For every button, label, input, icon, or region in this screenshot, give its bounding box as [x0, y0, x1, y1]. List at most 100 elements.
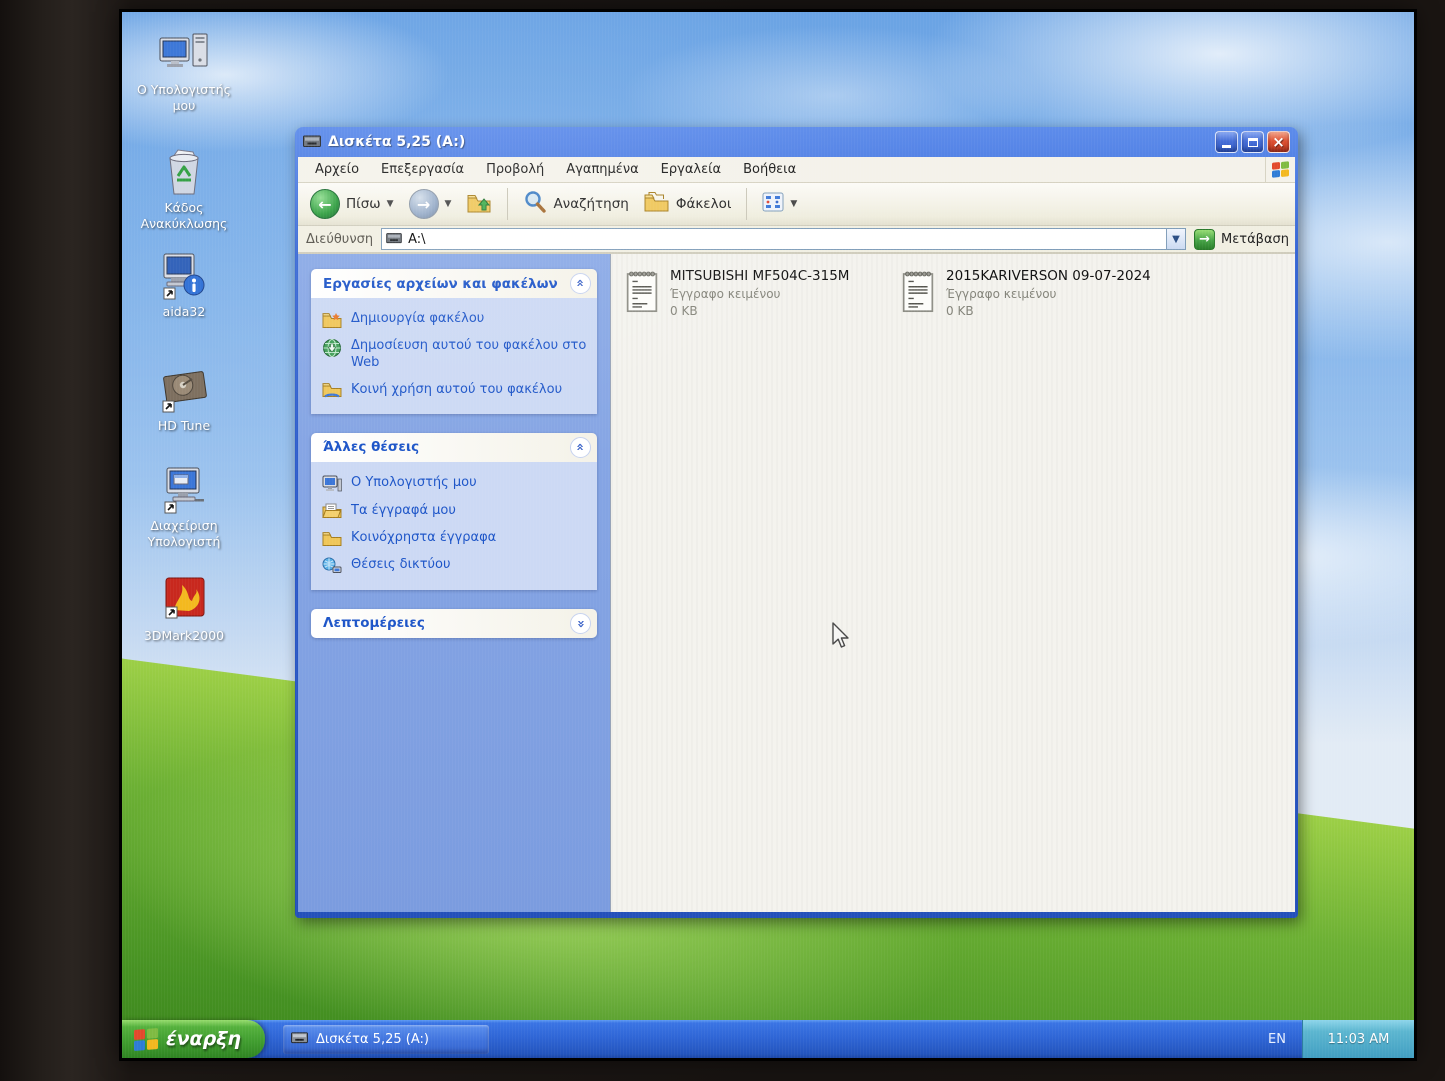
views-button[interactable]: ▼ [757, 190, 802, 218]
forward-button[interactable]: → ▼ [404, 187, 457, 221]
panel-details-header[interactable]: Λεπτομέρειες » [311, 609, 597, 638]
clock: 11:03 AM [1328, 1032, 1390, 1047]
toolbar-separator [746, 188, 747, 220]
panel-file-tasks-header[interactable]: Εργασίες αρχείων και φακέλων » [311, 269, 597, 298]
desktop-icon-computer-management[interactable]: Διαχείριση Υπολογιστή [128, 464, 240, 549]
collapse-chevron-icon[interactable]: » [570, 273, 591, 294]
address-dropdown-button[interactable]: ▼ [1166, 229, 1185, 249]
address-input[interactable]: A:\ ▼ [381, 228, 1186, 250]
panel-other-places-body: Ο Υπολογιστής μου [311, 462, 597, 590]
minimize-icon [1222, 145, 1231, 148]
panel-file-tasks-body: Δημιουργία φακέλου [311, 298, 597, 414]
address-label: Διεύθυνση [306, 232, 373, 247]
desktop-icon-recycle-bin[interactable]: Κάδος Ανακύκλωσης [128, 146, 240, 231]
close-button[interactable]: × [1267, 131, 1290, 153]
collapse-chevron-icon[interactable]: » [570, 437, 591, 458]
menu-view[interactable]: Προβολή [475, 162, 555, 177]
search-label: Αναζήτηση [553, 196, 628, 212]
views-dropdown-icon[interactable]: ▼ [790, 199, 797, 209]
file-type: Έγγραφο κειμένου [946, 286, 1151, 303]
file-name: MITSUBISHI MF504C-315M [670, 268, 849, 284]
go-arrow-icon: → [1194, 229, 1215, 250]
maximize-button[interactable] [1241, 131, 1264, 153]
place-link-network-places[interactable]: Θέσεις δικτύου [322, 557, 589, 575]
windows-logo [1265, 157, 1295, 182]
mouse-cursor [830, 622, 850, 654]
task-pane: Εργασίες αρχείων και φακέλων » [298, 254, 610, 912]
desktop-icon-label: Κάδος Ανακύκλωσης [128, 200, 240, 231]
search-button[interactable]: Αναζήτηση [518, 188, 633, 220]
folders-icon [644, 191, 670, 217]
taskbar-task-floppy-window[interactable]: Δισκέτα 5,25 (A:) [283, 1025, 489, 1054]
expand-chevron-icon[interactable]: » [570, 613, 591, 634]
task-link-label: Δημιουργία φακέλου [351, 311, 484, 328]
file-list-area[interactable]: MITSUBISHI MF504C-315M Έγγραφο κειμένου … [610, 254, 1295, 912]
minimize-button[interactable] [1215, 131, 1238, 153]
place-link-label: Τα έγγραφά μου [351, 503, 456, 520]
my-computer-icon [128, 28, 240, 78]
folder-up-icon [466, 190, 492, 218]
my-documents-icon [322, 503, 342, 520]
folders-label: Φάκελοι [676, 196, 732, 212]
windows-flag-icon [134, 1027, 158, 1050]
panel-title: Λεπτομέρειες [323, 615, 425, 631]
panel-other-places-header[interactable]: Άλλες θέσεις » [311, 433, 597, 462]
back-button[interactable]: ← Πίσω ▼ [305, 187, 399, 221]
start-button[interactable]: έναρξη [122, 1020, 265, 1058]
floppy-drive-icon [386, 231, 402, 248]
back-icon: ← [310, 189, 340, 219]
taskbar: έναρξη Δισκέτα 5,25 (A:) EN 11:03 AM [122, 1020, 1414, 1058]
place-link-my-computer[interactable]: Ο Υπολογιστής μου [322, 475, 589, 493]
address-bar: Διεύθυνση A:\ ▼ → Μετάβαση [298, 226, 1295, 254]
file-item[interactable]: 2015KARIVERSON 09-07-2024 Έγγραφο κειμέν… [901, 268, 1169, 321]
panel-title: Άλλες θέσεις [323, 439, 419, 455]
hd-tune-icon [128, 364, 240, 414]
toolbar: ← Πίσω ▼ → ▼ [298, 183, 1295, 226]
file-item[interactable]: MITSUBISHI MF504C-315M Έγγραφο κειμένου … [625, 268, 893, 321]
forward-icon: → [409, 189, 439, 219]
desktop-icon-aida32[interactable]: aida32 [128, 250, 240, 320]
shared-folder-icon [322, 382, 342, 399]
file-size: 0 KB [670, 303, 849, 320]
back-dropdown-icon[interactable]: ▼ [387, 199, 394, 209]
search-icon [523, 190, 547, 218]
go-button[interactable]: → Μετάβαση [1194, 229, 1289, 250]
forward-dropdown-icon[interactable]: ▼ [445, 199, 452, 209]
go-label: Μετάβαση [1221, 232, 1289, 247]
desktop-icon-my-computer[interactable]: Ο Υπολογιστής μου [128, 28, 240, 113]
file-type: Έγγραφο κειμένου [670, 286, 849, 303]
place-link-my-documents[interactable]: Τα έγγραφά μου [322, 503, 589, 520]
folders-button[interactable]: Φάκελοι [639, 189, 737, 219]
language-indicator[interactable]: EN [1252, 1032, 1302, 1047]
new-folder-icon [322, 311, 342, 328]
place-link-shared-documents[interactable]: Κοινόχρηστα έγγραφα [322, 530, 589, 547]
task-link-share-folder[interactable]: Κοινή χρήση αυτού του φακέλου [322, 382, 589, 399]
menu-help[interactable]: Βοήθεια [732, 162, 807, 177]
place-link-label: Κοινόχρηστα έγγραφα [351, 530, 496, 547]
text-file-icon [625, 268, 659, 321]
task-link-new-folder[interactable]: Δημιουργία φακέλου [322, 311, 589, 328]
desktop-icon-label: aida32 [128, 304, 240, 320]
task-link-publish-web[interactable]: Δημοσίευση αυτού του φακέλου στο Web [322, 338, 589, 372]
desktop-icon-hd-tune[interactable]: HD Tune [128, 364, 240, 434]
menu-favorites[interactable]: Αγαπημένα [555, 162, 649, 177]
panel-other-places: Άλλες θέσεις » [311, 433, 597, 590]
panel-details: Λεπτομέρειες » [311, 609, 597, 638]
task-link-label: Κοινή χρήση αυτού του φακέλου [351, 382, 562, 399]
menu-file[interactable]: Αρχείο [304, 162, 370, 177]
desktop-icon-label: Ο Υπολογιστής μου [128, 82, 240, 113]
computer-management-icon [128, 464, 240, 514]
place-link-label: Θέσεις δικτύου [351, 557, 451, 574]
web-publish-icon [322, 338, 342, 358]
menu-edit[interactable]: Επεξεργασία [370, 162, 475, 177]
panel-file-tasks: Εργασίες αρχείων και φακέλων » [311, 269, 597, 414]
menu-tools[interactable]: Εργαλεία [650, 162, 732, 177]
maximize-icon [1248, 138, 1258, 147]
up-button[interactable] [461, 188, 497, 220]
window-titlebar[interactable]: Δισκέτα 5,25 (A:) × [298, 127, 1295, 157]
start-label: έναρξη [166, 1028, 241, 1050]
toolbar-separator [507, 188, 508, 220]
address-value: A:\ [408, 232, 425, 247]
desktop-icon-label: 3DMark2000 [128, 628, 240, 644]
desktop-icon-3dmark2000[interactable]: 3DMark2000 [128, 574, 240, 644]
